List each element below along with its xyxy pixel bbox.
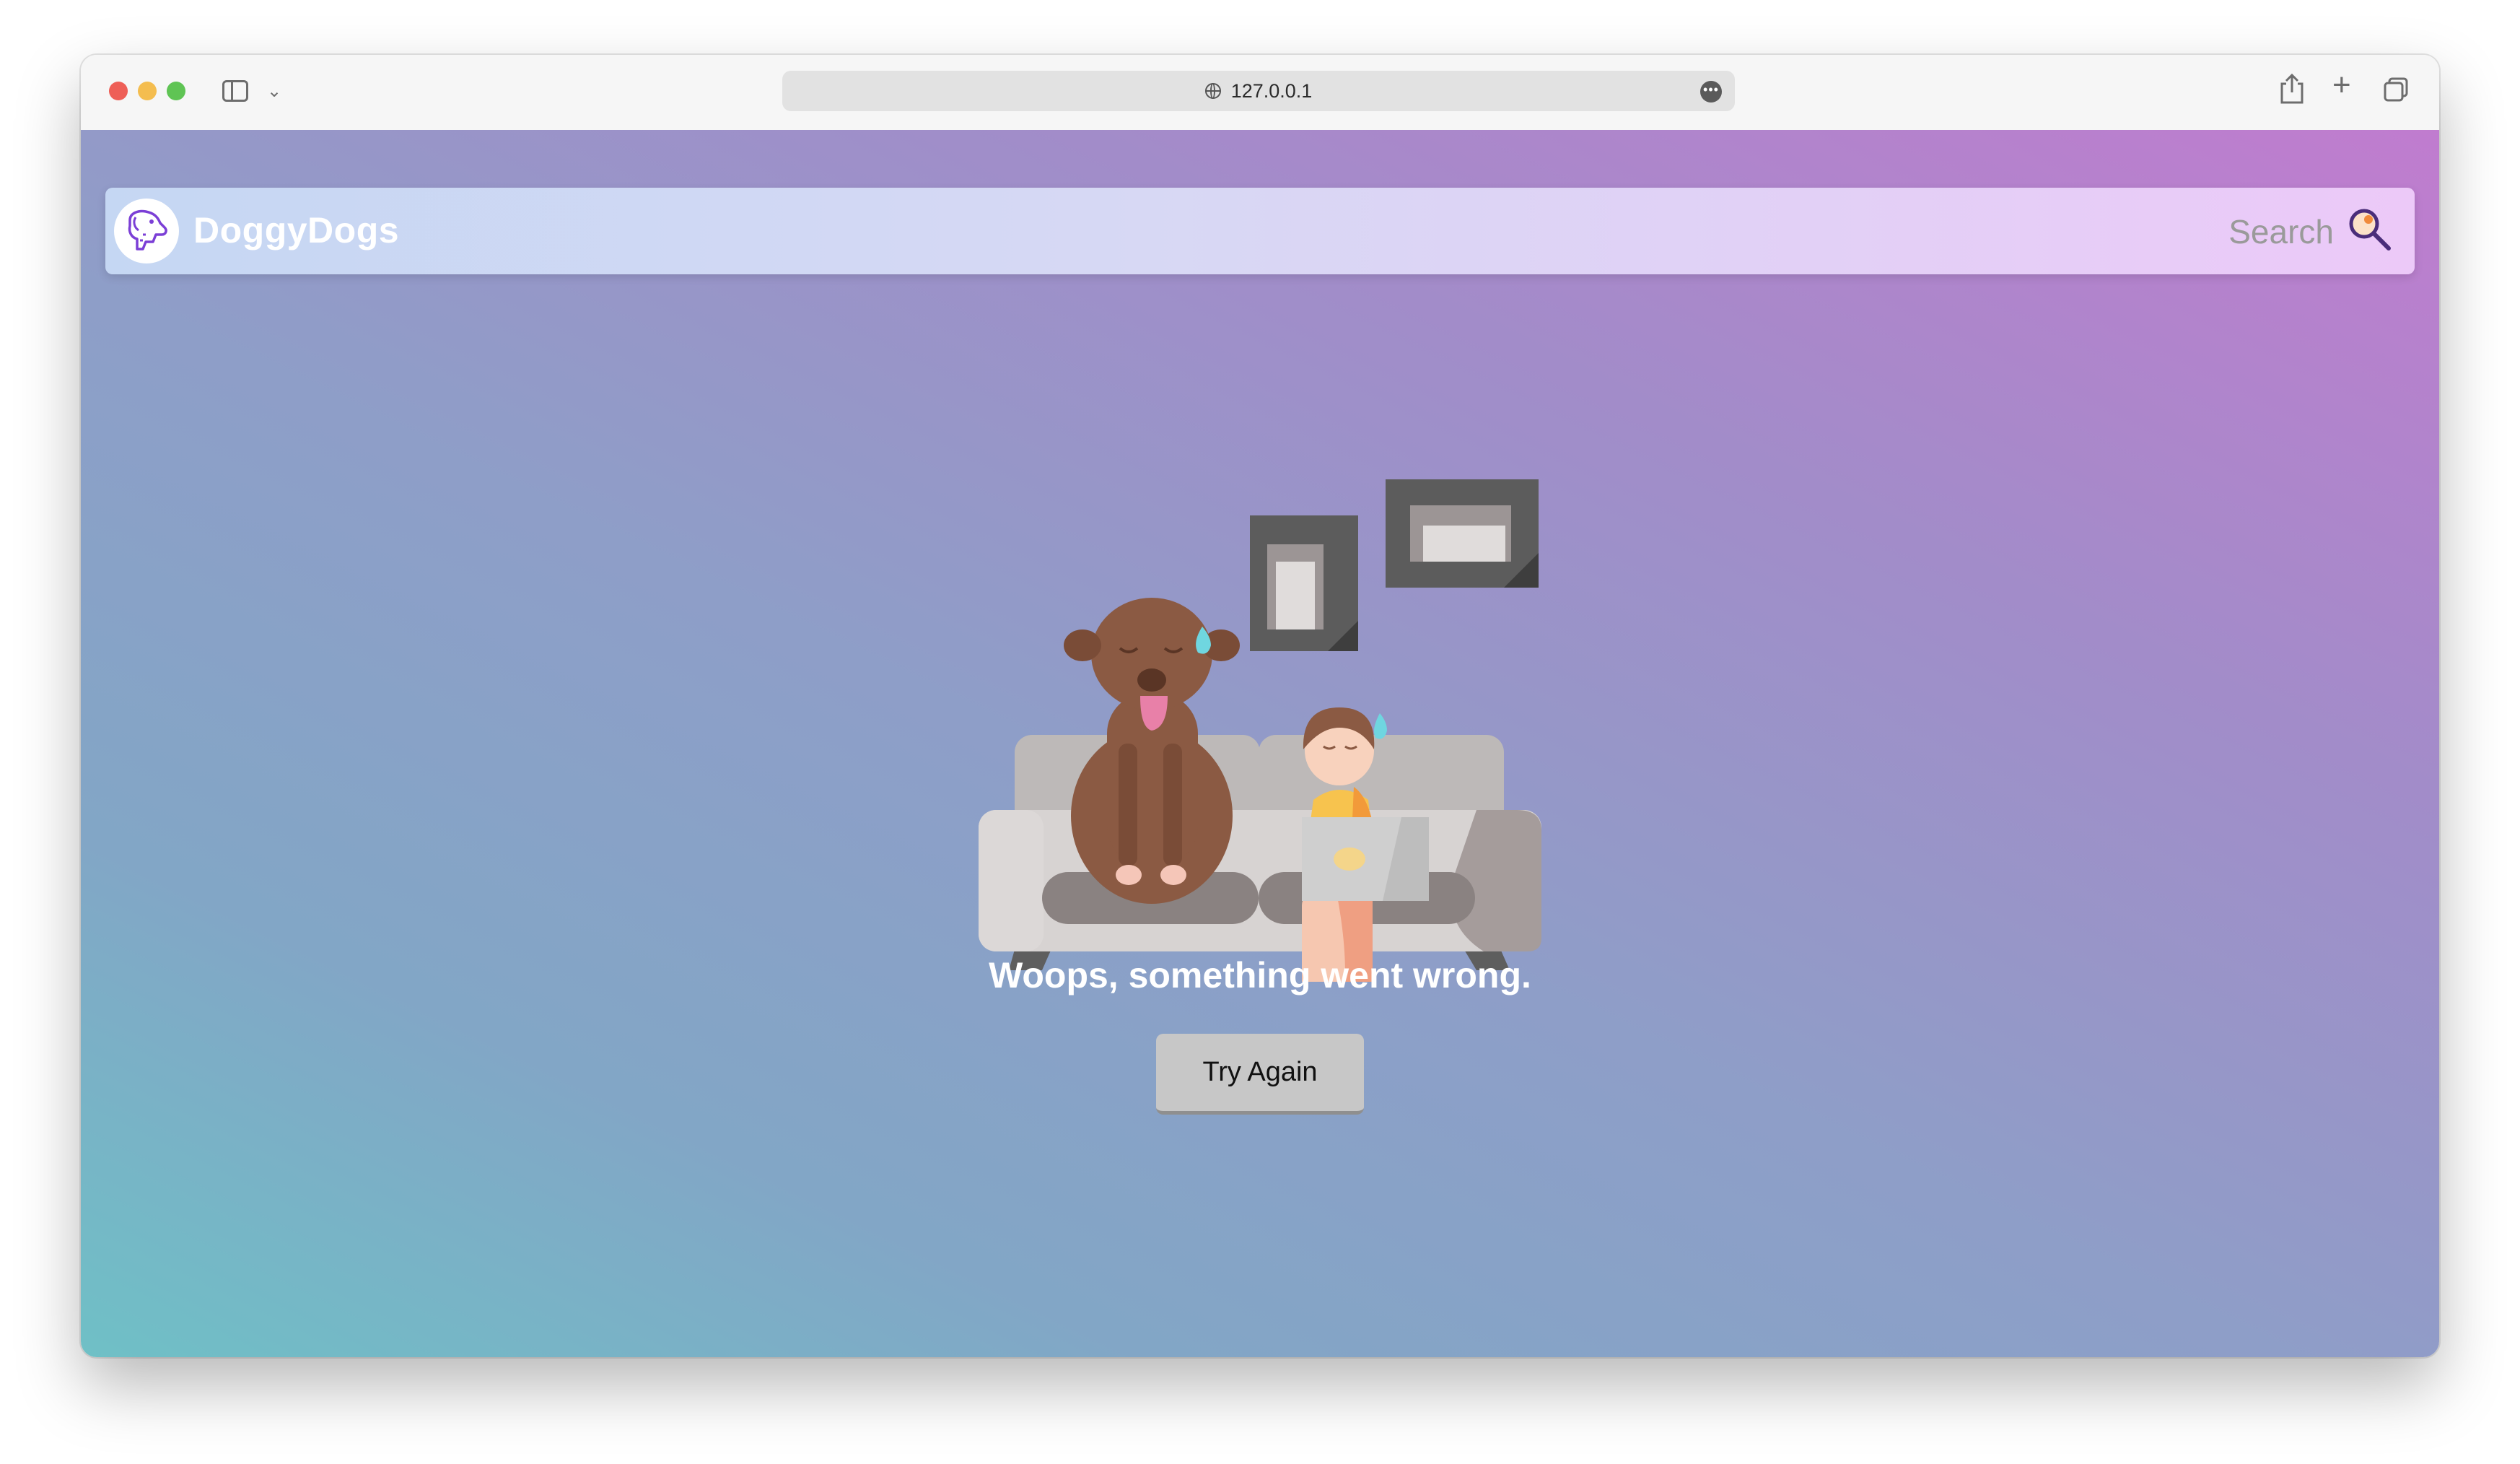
globe-icon [1204,83,1221,99]
chevron-down-icon[interactable]: ⌄ [267,81,281,102]
close-window-button[interactable] [109,82,128,100]
sad-dog-illustration [979,479,1541,982]
search-icon[interactable] [2344,204,2394,258]
tab-overview-icon[interactable] [2383,77,2408,102]
picture-frame-left [1250,515,1358,651]
brand-name[interactable]: DoggyDogs [193,209,399,251]
fullscreen-window-button[interactable] [167,82,185,100]
browser-titlebar: ⌄ 127.0.0.1 ••• + [81,55,2439,131]
search-label[interactable]: Search [2228,212,2334,251]
error-message: Woops, something went wrong. [989,955,1531,995]
picture-frame-right [1386,479,1539,588]
address-bar[interactable]: 127.0.0.1 ••• [782,71,1735,111]
more-options-icon[interactable]: ••• [1700,81,1722,103]
minimize-window-button[interactable] [138,82,157,100]
new-tab-icon[interactable]: + [2332,69,2351,101]
try-again-button[interactable]: Try Again [1156,1034,1364,1115]
site-navbar: DoggyDogs Search [105,188,2415,274]
logo[interactable] [114,199,179,263]
sofa [979,735,1541,970]
browser-window: ⌄ 127.0.0.1 ••• + DoggyDogs Search Woops… [81,55,2439,1357]
share-icon[interactable] [2278,72,2306,109]
dog-logo-icon [128,209,167,250]
url-text: 127.0.0.1 [1230,79,1313,102]
sidebar-toggle-icon[interactable] [222,80,248,102]
page-viewport: DoggyDogs Search Woops, something went w… [81,130,2439,1357]
